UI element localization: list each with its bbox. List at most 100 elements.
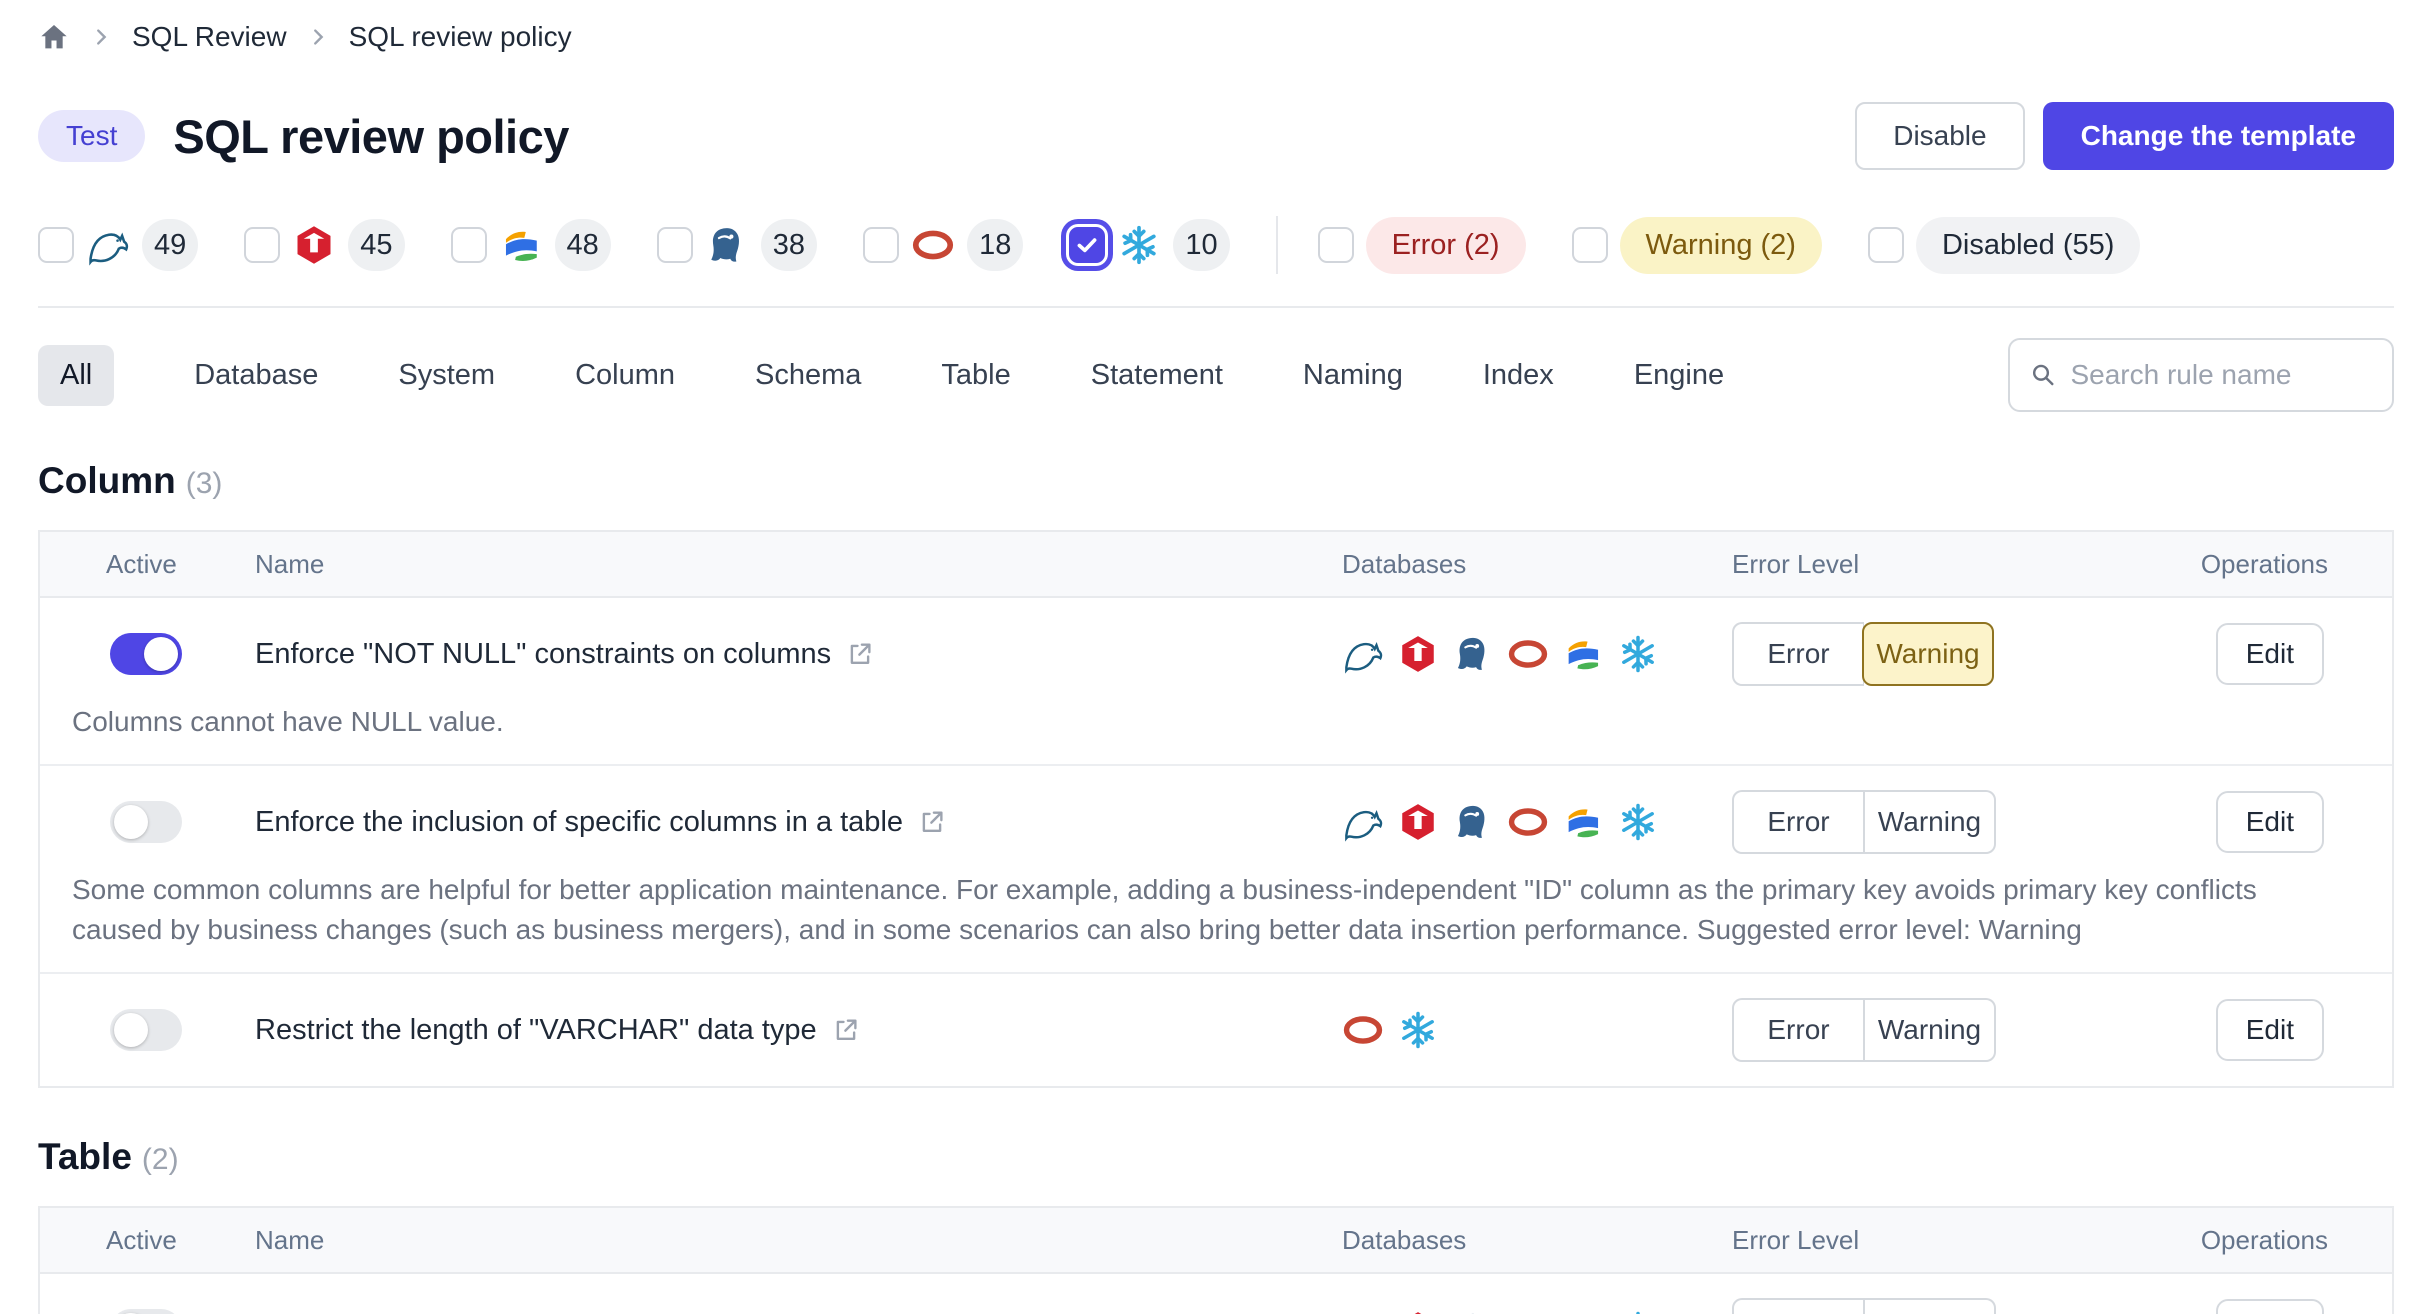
table-header: Active Name Databases Error Level Operat…	[40, 1208, 2392, 1274]
col-header-error-level: Error Level	[1732, 1225, 2192, 1256]
error-level-error-button[interactable]: Error	[1732, 998, 1864, 1062]
error-level-warning-button[interactable]: Warning	[1864, 790, 1996, 854]
tidb-icon	[1397, 801, 1439, 843]
tidb-checkbox[interactable]	[244, 227, 280, 263]
oracle-icon	[911, 223, 955, 267]
category-tabs: All Database System Column Schema Table …	[38, 345, 1724, 406]
postgres-icon	[705, 223, 749, 267]
error-level-warning-button[interactable]: Warning	[1862, 622, 1994, 686]
error-level-error-button[interactable]: Error	[1732, 622, 1864, 686]
tab-database[interactable]: Database	[194, 359, 318, 392]
error-level-warning-button[interactable]: Warning	[1864, 1298, 1996, 1314]
rule-row-specific-columns: Enforce the inclusion of specific column…	[40, 766, 2392, 974]
postgres-count: 38	[761, 219, 817, 271]
mysql-checkbox[interactable]	[38, 227, 74, 263]
oceanbase-icon	[1562, 801, 1604, 843]
edit-button[interactable]: Edit	[2216, 1299, 2324, 1314]
tab-table[interactable]: Table	[941, 359, 1010, 392]
col-header-name: Name	[255, 549, 1342, 580]
rule-row-not-null: Enforce "NOT NULL" constraints on column…	[40, 598, 2392, 766]
active-toggle[interactable]	[110, 1309, 182, 1314]
rule-name: Enforce "NOT NULL" constraints on column…	[255, 638, 831, 671]
tab-column[interactable]: Column	[575, 359, 675, 392]
oracle-count: 18	[967, 219, 1023, 271]
oceanbase-checkbox[interactable]	[451, 227, 487, 263]
col-header-error-level: Error Level	[1732, 549, 2192, 580]
divider	[38, 306, 2394, 308]
snowflake-icon	[1617, 801, 1659, 843]
error-level-error-button[interactable]: Error	[1732, 790, 1864, 854]
rule-databases	[1342, 633, 1732, 675]
section-count: (2)	[142, 1143, 179, 1176]
tab-statement[interactable]: Statement	[1091, 359, 1223, 392]
mysql-icon	[1342, 1309, 1384, 1314]
breadcrumb: SQL Review SQL review policy	[38, 14, 2394, 60]
error-level-warning-button[interactable]: Warning	[1864, 998, 1996, 1062]
tab-system[interactable]: System	[398, 359, 495, 392]
error-checkbox[interactable]	[1318, 227, 1354, 263]
check-icon	[1074, 232, 1100, 258]
edit-button[interactable]: Edit	[2216, 791, 2324, 853]
change-template-button[interactable]: Change the template	[2043, 102, 2394, 170]
col-header-active: Active	[40, 549, 255, 580]
table-rules-table: Active Name Databases Error Level Operat…	[38, 1206, 2394, 1314]
tab-schema[interactable]: Schema	[755, 359, 861, 392]
disabled-checkbox[interactable]	[1868, 227, 1904, 263]
breadcrumb-current: SQL review policy	[349, 21, 572, 53]
tab-all[interactable]: All	[38, 345, 114, 406]
external-link-icon[interactable]	[845, 639, 875, 669]
oracle-icon	[1342, 1009, 1384, 1051]
disable-button[interactable]: Disable	[1855, 102, 2024, 170]
tidb-icon	[1397, 633, 1439, 675]
error-level-error-button[interactable]: Error	[1732, 1298, 1864, 1314]
filter-oracle: 18	[863, 219, 1023, 271]
tidb-icon	[292, 223, 336, 267]
active-toggle[interactable]	[110, 1009, 182, 1051]
filter-disabled: Disabled (55)	[1868, 217, 2140, 274]
section-count: (3)	[186, 467, 223, 500]
filter-postgres: 38	[657, 219, 817, 271]
mysql-count: 49	[142, 219, 198, 271]
oceanbase-icon	[499, 223, 543, 267]
disabled-filter-pill[interactable]: Disabled (55)	[1916, 217, 2140, 274]
column-rules-table: Active Name Databases Error Level Operat…	[38, 530, 2394, 1088]
active-toggle[interactable]	[110, 633, 182, 675]
warning-checkbox[interactable]	[1572, 227, 1608, 263]
oceanbase-icon	[1562, 1309, 1604, 1314]
external-link-icon[interactable]	[917, 807, 947, 837]
tab-naming[interactable]: Naming	[1303, 359, 1403, 392]
error-filter-pill[interactable]: Error (2)	[1366, 217, 1526, 274]
external-link-icon[interactable]	[831, 1015, 861, 1045]
table-header: Active Name Databases Error Level Operat…	[40, 532, 2392, 598]
search-icon	[2030, 360, 2056, 390]
home-icon[interactable]	[38, 21, 70, 53]
sql-review-policy-page: SQL Review SQL review policy Test SQL re…	[0, 0, 2432, 1314]
oracle-checkbox[interactable]	[863, 227, 899, 263]
warning-filter-pill[interactable]: Warning (2)	[1620, 217, 1822, 274]
tab-engine[interactable]: Engine	[1634, 359, 1724, 392]
postgres-checkbox[interactable]	[657, 227, 693, 263]
edit-button[interactable]: Edit	[2216, 623, 2324, 685]
oracle-icon	[1507, 1309, 1549, 1314]
filter-oceanbase: 48	[451, 219, 611, 271]
tab-index[interactable]: Index	[1483, 359, 1554, 392]
chevron-right-icon	[307, 26, 329, 48]
snowflake-checkbox[interactable]	[1069, 227, 1105, 263]
oceanbase-count: 48	[555, 219, 611, 271]
chevron-right-icon	[90, 26, 112, 48]
filter-mysql: 49	[38, 219, 198, 271]
edit-button[interactable]: Edit	[2216, 999, 2324, 1061]
snowflake-icon	[1117, 223, 1161, 267]
breadcrumb-sql-review[interactable]: SQL Review	[132, 21, 287, 53]
tidb-count: 45	[348, 219, 404, 271]
oracle-icon	[1507, 633, 1549, 675]
col-header-databases: Databases	[1342, 549, 1732, 580]
search-input[interactable]	[2070, 359, 2372, 391]
mysql-icon	[1342, 801, 1384, 843]
col-header-databases: Databases	[1342, 1225, 1732, 1256]
active-toggle[interactable]	[110, 801, 182, 843]
rule-row-varchar-length: Restrict the length of "VARCHAR" data ty…	[40, 974, 2392, 1086]
col-header-name: Name	[255, 1225, 1342, 1256]
page-title: SQL review policy	[173, 109, 569, 164]
snowflake-icon	[1617, 1309, 1659, 1314]
